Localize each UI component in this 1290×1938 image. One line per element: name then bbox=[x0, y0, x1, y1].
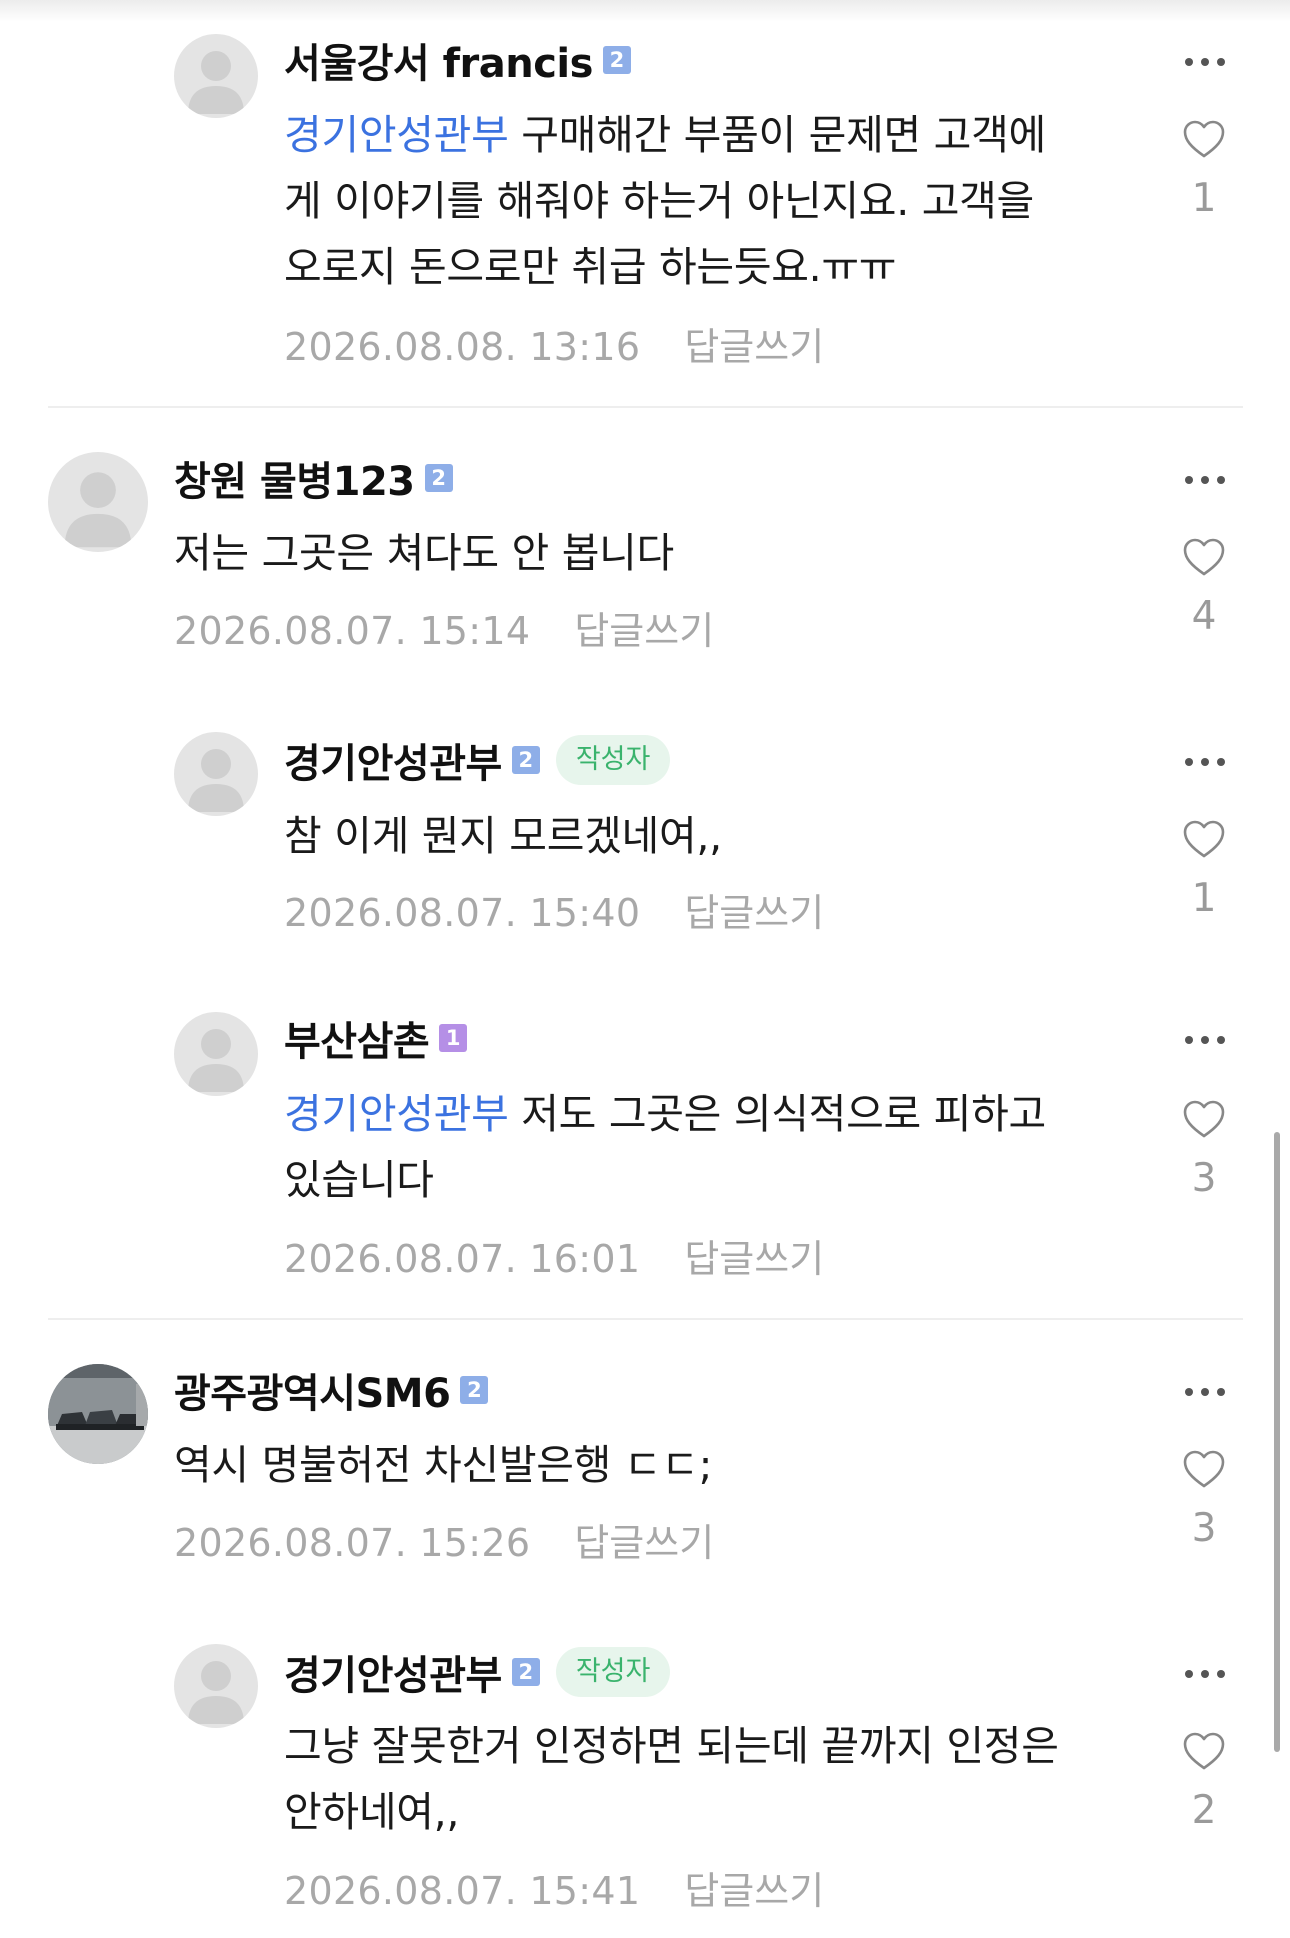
level-badge: 2 bbox=[460, 1376, 489, 1404]
mention-link[interactable]: 경기안성관부 bbox=[284, 1090, 509, 1138]
comment-meta: 2026.08.07. 15:40 답글쓰기 bbox=[284, 882, 824, 937]
comment-meta: 2026.08.08. 13:16 답글쓰기 bbox=[284, 316, 824, 371]
heart-icon[interactable] bbox=[1182, 1449, 1226, 1489]
user-silhouette-icon bbox=[64, 472, 132, 548]
like-count: 4 bbox=[1191, 594, 1217, 639]
level-badge: 1 bbox=[439, 1024, 468, 1052]
level-badge: 2 bbox=[602, 46, 631, 74]
more-dots-icon[interactable] bbox=[1183, 52, 1227, 72]
user-silhouette-icon bbox=[188, 51, 244, 114]
heart-icon[interactable] bbox=[1182, 819, 1226, 859]
comment-header: 서울강서 francis 2 bbox=[284, 31, 631, 89]
comment-date: 2026.08.07. 15:40 bbox=[284, 891, 641, 935]
comment-line: 있습니다 bbox=[284, 1156, 434, 1204]
comment-date: 2026.08.08. 13:16 bbox=[284, 325, 641, 369]
comment-line: 저는 그곳은 쳐다도 안 봅니다 bbox=[174, 529, 674, 577]
avatar[interactable] bbox=[48, 1364, 148, 1464]
writer-badge: 작성자 bbox=[555, 1647, 671, 1697]
level-badge: 2 bbox=[424, 464, 453, 492]
more-dots-icon[interactable] bbox=[1183, 1030, 1227, 1050]
heart-icon[interactable] bbox=[1182, 1731, 1226, 1771]
author-name[interactable]: 경기안성관부 bbox=[284, 1643, 502, 1701]
comment-date: 2026.08.07. 15:26 bbox=[174, 1521, 531, 1565]
reply-button[interactable]: 답글쓰기 bbox=[684, 1237, 824, 1281]
comment-date: 2026.08.07. 15:14 bbox=[174, 609, 531, 653]
comment-line: 그냥 잘못한거 인정하면 되는데 끝까지 인정은 bbox=[284, 1722, 1059, 1770]
comment-text: 경기안성관부 저도 그곳은 의식적으로 피하고 있습니다 bbox=[284, 1081, 1144, 1213]
author-name[interactable]: 창원 물병123 bbox=[174, 449, 415, 507]
author-name[interactable]: 광주광역시SM6 bbox=[174, 1361, 451, 1419]
comment-meta: 2026.08.07. 16:01 답글쓰기 bbox=[284, 1228, 824, 1283]
heart-icon[interactable] bbox=[1182, 119, 1226, 159]
comment-header: 경기안성관부 2 작성자 bbox=[284, 1643, 671, 1701]
comment-text: 역시 명불허전 차신발은행 ㄷㄷ; bbox=[174, 1432, 1134, 1498]
heart-icon[interactable] bbox=[1182, 1099, 1226, 1139]
comment-line-text: 구매해간 부품이 문제면 고객에 bbox=[521, 111, 1046, 159]
mention-link[interactable]: 경기안성관부 bbox=[284, 111, 509, 159]
avatar[interactable] bbox=[174, 732, 258, 816]
author-name[interactable]: 경기안성관부 bbox=[284, 731, 502, 789]
comment-header: 부산삼촌 1 bbox=[284, 1009, 468, 1067]
comment-line: 경기안성관부 저도 그곳은 의식적으로 피하고 bbox=[284, 1081, 1144, 1147]
avatar[interactable] bbox=[174, 34, 258, 118]
comment-line: 안하네여,, bbox=[284, 1788, 460, 1836]
divider bbox=[48, 406, 1243, 408]
reply-button[interactable]: 답글쓰기 bbox=[684, 891, 824, 935]
car-photo-icon bbox=[48, 1364, 148, 1464]
more-dots-icon[interactable] bbox=[1183, 1664, 1227, 1684]
comment-header: 창원 물병123 2 bbox=[174, 449, 453, 507]
like-count: 2 bbox=[1191, 1788, 1217, 1833]
user-silhouette-icon bbox=[188, 1029, 244, 1092]
like-count: 3 bbox=[1191, 1506, 1217, 1551]
more-dots-icon[interactable] bbox=[1183, 1382, 1227, 1402]
avatar[interactable] bbox=[174, 1644, 258, 1728]
avatar[interactable] bbox=[174, 1012, 258, 1096]
like-count: 1 bbox=[1191, 876, 1217, 921]
comment-date: 2026.08.07. 16:01 bbox=[284, 1237, 641, 1281]
comment-date: 2026.08.07. 15:41 bbox=[284, 1869, 641, 1913]
author-name[interactable]: 서울강서 francis bbox=[284, 31, 593, 89]
like-count: 1 bbox=[1191, 176, 1217, 221]
comment-line: 경기안성관부 구매해간 부품이 문제면 고객에 bbox=[284, 102, 1144, 168]
reply-button[interactable]: 답글쓰기 bbox=[574, 1521, 714, 1565]
comment-line: 역시 명불허전 차신발은행 ㄷㄷ; bbox=[174, 1441, 713, 1489]
heart-icon[interactable] bbox=[1182, 537, 1226, 577]
more-dots-icon[interactable] bbox=[1183, 470, 1227, 490]
comment-meta: 2026.08.07. 15:14 답글쓰기 bbox=[174, 600, 714, 655]
comment-line: 게 이야기를 해줘야 하는거 아닌지요. 고객을 bbox=[284, 177, 1034, 225]
divider bbox=[48, 1318, 1243, 1320]
user-silhouette-icon bbox=[188, 1661, 244, 1724]
writer-badge: 작성자 bbox=[555, 735, 671, 785]
scrollbar[interactable] bbox=[1274, 1132, 1280, 1752]
comment-meta: 2026.08.07. 15:41 답글쓰기 bbox=[284, 1860, 824, 1915]
reply-button[interactable]: 답글쓰기 bbox=[684, 1869, 824, 1913]
level-badge: 2 bbox=[511, 1658, 540, 1686]
user-silhouette-icon bbox=[188, 749, 244, 812]
like-count: 3 bbox=[1191, 1156, 1217, 1201]
comment-line: 참 이게 뭔지 모르겠네여,, bbox=[284, 812, 722, 860]
comment-line-text: 저도 그곳은 의식적으로 피하고 bbox=[521, 1090, 1046, 1138]
comment-meta: 2026.08.07. 15:26 답글쓰기 bbox=[174, 1512, 714, 1567]
comment-text: 저는 그곳은 쳐다도 안 봅니다 bbox=[174, 520, 1134, 586]
top-scroll-shadow bbox=[0, 0, 1290, 22]
comment-text: 경기안성관부 구매해간 부품이 문제면 고객에 게 이야기를 해줘야 하는거 아… bbox=[284, 102, 1144, 300]
comment-header: 경기안성관부 2 작성자 bbox=[284, 731, 671, 789]
author-name[interactable]: 부산삼촌 bbox=[284, 1009, 430, 1067]
comment-text: 그냥 잘못한거 인정하면 되는데 끝까지 인정은 안하네여,, bbox=[284, 1713, 1144, 1845]
level-badge: 2 bbox=[511, 746, 540, 774]
comment-header: 광주광역시SM6 2 bbox=[174, 1361, 489, 1419]
reply-button[interactable]: 답글쓰기 bbox=[574, 609, 714, 653]
more-dots-icon[interactable] bbox=[1183, 752, 1227, 772]
comment-line: 오로지 돈으로만 취급 하는듯요.ㅠㅠ bbox=[284, 243, 897, 291]
reply-button[interactable]: 답글쓰기 bbox=[684, 325, 824, 369]
comment-text: 참 이게 뭔지 모르겠네여,, bbox=[284, 803, 1144, 869]
avatar[interactable] bbox=[48, 452, 148, 552]
